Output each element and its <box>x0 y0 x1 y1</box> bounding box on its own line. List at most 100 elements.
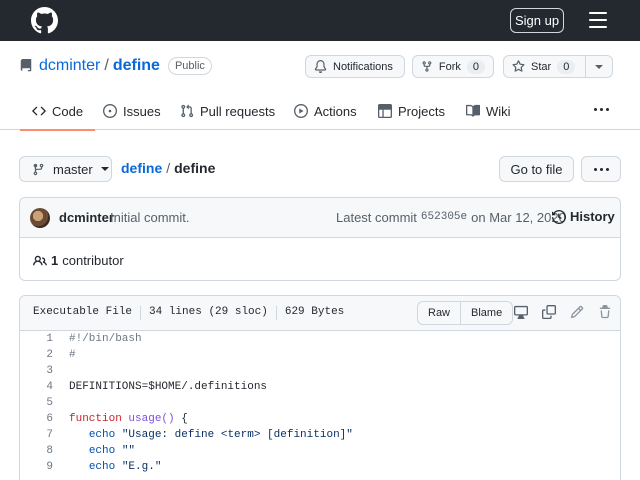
more-tabs-icon[interactable] <box>594 108 609 111</box>
file-actions <box>514 305 612 319</box>
tab-code-label: Code <box>52 103 84 119</box>
tab-code[interactable]: Code <box>19 92 96 131</box>
line-number[interactable]: 1 <box>20 333 53 345</box>
tab-issues[interactable]: Issues <box>103 92 161 130</box>
line-content: function usage() { <box>53 413 188 425</box>
line-content: # <box>53 349 76 361</box>
breadcrumb-separator: / <box>166 160 171 176</box>
line-number[interactable]: 2 <box>20 349 53 361</box>
code-line: 2 # <box>20 347 620 363</box>
latest-commit-info: Latest commit 652305e on Mar 12, 2020 <box>336 210 566 225</box>
code-token: function <box>69 413 129 425</box>
people-icon <box>33 255 47 265</box>
blame-button[interactable]: Blame <box>461 302 512 324</box>
more-options-button[interactable] <box>581 156 621 182</box>
issue-icon <box>103 104 117 118</box>
star-label: Star <box>531 60 552 73</box>
hamburger-menu-icon[interactable] <box>589 12 607 28</box>
star-icon <box>512 60 525 72</box>
repo-name-link[interactable]: define <box>113 57 160 75</box>
notifications-button[interactable]: Notifications <box>305 55 405 78</box>
line-number[interactable]: 5 <box>20 397 53 409</box>
contributor-count: 1 <box>51 253 59 268</box>
commit-message-link[interactable]: Initial commit. <box>110 210 189 225</box>
contributors-link[interactable]: 1 contributor <box>33 253 124 268</box>
github-logo-icon[interactable] <box>31 7 58 34</box>
file-lines: 34 lines (29 sloc) <box>149 306 268 318</box>
chevron-down-icon <box>100 167 109 171</box>
sign-up-button[interactable]: Sign up <box>510 8 564 33</box>
code-line: 5 <box>20 395 620 411</box>
pull-request-icon <box>181 104 194 118</box>
latest-commit-header: dcminter Initial commit. Latest commit 6… <box>20 198 620 238</box>
code-token: echo <box>88 461 116 473</box>
go-to-file-button[interactable]: Go to file <box>499 156 574 182</box>
history-icon <box>552 209 566 224</box>
code-token: "" <box>121 445 136 457</box>
line-number[interactable]: 6 <box>20 413 53 425</box>
line-number[interactable]: 7 <box>20 429 53 441</box>
desktop-icon[interactable] <box>514 305 528 319</box>
avatar[interactable] <box>30 208 50 228</box>
code-line: 8 echo "" <box>20 443 620 459</box>
tab-wiki[interactable]: Wiki <box>466 92 511 130</box>
breadcrumb-file: define <box>174 160 216 176</box>
breadcrumb-repo-link[interactable]: define <box>121 160 162 176</box>
notifications-label: Notifications <box>333 60 393 73</box>
visibility-badge: Public <box>167 57 212 75</box>
tab-issues-label: Issues <box>123 103 161 119</box>
code-token: #!/bin/bash <box>69 333 142 345</box>
file-viewer: Executable File 34 lines (29 sloc) 629 B… <box>19 295 621 480</box>
breadcrumb: define / define <box>121 160 215 176</box>
code-token: { <box>174 413 188 425</box>
history-link[interactable]: History <box>552 209 615 224</box>
code-area: 1 #!/bin/bash 2 #3 4 DEFINITIONS=$HOME/.defin… <box>20 331 620 475</box>
branch-select-button[interactable]: master <box>19 156 112 182</box>
line-content: #!/bin/bash <box>53 333 142 345</box>
line-content: echo "" <box>53 445 135 457</box>
pencil-icon[interactable] <box>570 305 584 319</box>
branch-icon <box>33 163 44 175</box>
repo-owner-link[interactable]: dcminter <box>39 57 100 75</box>
tab-projects[interactable]: Projects <box>378 92 445 130</box>
copy-icon[interactable] <box>542 305 556 319</box>
line-number[interactable]: 8 <box>20 445 53 457</box>
code-token: "E.g." <box>121 461 162 473</box>
repo-title-separator: / <box>104 57 109 74</box>
commit-sha-link[interactable]: 652305e <box>421 211 467 225</box>
line-number[interactable]: 4 <box>20 381 53 393</box>
tab-pull-requests[interactable]: Pull requests <box>180 92 275 130</box>
code-token: "Usage: define <term> [definition]" <box>121 429 353 441</box>
code-token: # <box>69 349 76 361</box>
repo-title: dcminter / define Public <box>19 56 212 76</box>
code-token: usage() <box>128 413 175 425</box>
star-button[interactable]: Star 0 <box>503 55 586 78</box>
code-line: 7 echo "Usage: define <term> [definition… <box>20 427 620 443</box>
fork-label: Fork <box>438 60 461 73</box>
bell-icon <box>314 60 327 73</box>
line-content: echo "Usage: define <term> [definition]" <box>53 429 353 441</box>
fork-button[interactable]: Fork 0 <box>412 55 494 78</box>
code-token: DEFINITIONS=$HOME/.definitions <box>69 381 268 393</box>
code-line: 6 function usage() { <box>20 411 620 427</box>
tab-actions[interactable]: Actions <box>294 92 357 130</box>
commit-author-link[interactable]: dcminter <box>59 210 114 225</box>
raw-button[interactable]: Raw <box>418 302 462 324</box>
code-line: 3 <box>20 363 620 379</box>
trash-icon[interactable] <box>598 305 612 319</box>
line-number[interactable]: 9 <box>20 461 53 473</box>
code-line: 4 DEFINITIONS=$HOME/.definitions <box>20 379 620 395</box>
line-content: echo "E.g." <box>53 461 162 473</box>
line-number[interactable]: 3 <box>20 365 53 377</box>
file-info: Executable File 34 lines (29 sloc) 629 B… <box>33 306 344 320</box>
star-count: 0 <box>557 59 576 74</box>
tab-actions-label: Actions <box>314 103 357 119</box>
line-content: DEFINITIONS=$HOME/.definitions <box>53 381 267 393</box>
repo-nav-tabs: Code Issues Pull requests Actions Projec… <box>0 92 640 131</box>
star-dropdown-button[interactable] <box>585 55 613 78</box>
repo-icon <box>20 59 32 72</box>
chevron-down-icon <box>595 64 603 69</box>
